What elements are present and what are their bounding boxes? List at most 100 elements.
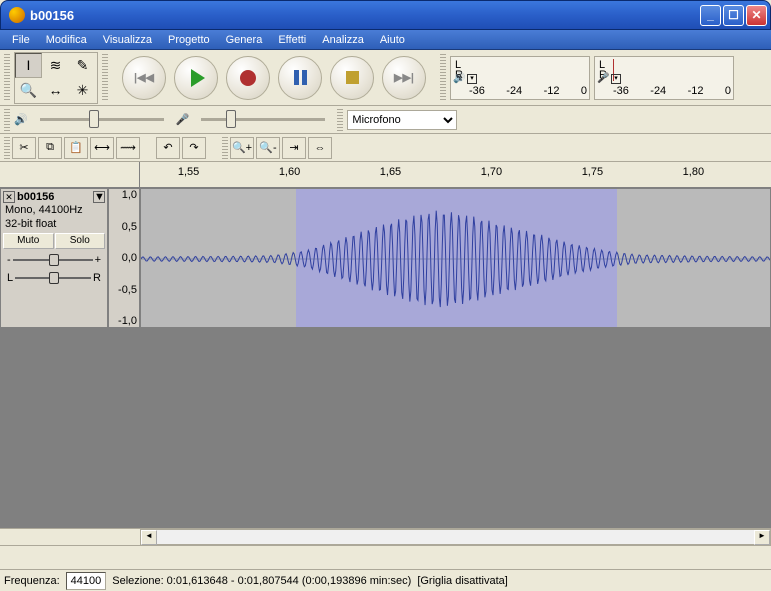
zoom-in-button[interactable]: 🔍+ (230, 137, 254, 159)
titlebar: b00156 _ ☐ ✕ (0, 0, 771, 30)
toolbar-grabber[interactable] (337, 109, 343, 131)
selection-tool[interactable]: I (15, 53, 42, 78)
vscale-label: 0,5 (122, 221, 137, 233)
pan-slider[interactable]: L R (3, 269, 105, 287)
vscale-label: 1,0 (122, 189, 137, 201)
draw-tool[interactable]: ✎ (69, 53, 96, 78)
track-vertical-scale: 1,0 0,5 0,0 -0,5 -1,0 (108, 188, 140, 328)
main-toolbar-row: I ≋ ✎ 🔍 ↔ ✳ |◀◀ ▶▶| LR 🔊 ▾ -36 -24 (0, 50, 771, 105)
fit-selection-button[interactable]: ⇥ (282, 137, 306, 159)
toolbar-area: I ≋ ✎ 🔍 ↔ ✳ |◀◀ ▶▶| LR 🔊 ▾ -36 -24 (0, 50, 771, 162)
ruler-tick: 1,55 (178, 166, 199, 178)
track-close-button[interactable]: ✕ (3, 191, 15, 203)
ruler-tick: 1,65 (380, 166, 401, 178)
menu-effects[interactable]: Effetti (270, 32, 314, 48)
redo-button[interactable]: ↷ (182, 137, 206, 159)
trim-button[interactable]: ⟷ (90, 137, 114, 159)
ruler-tick: 1,70 (481, 166, 502, 178)
meter-tick: -36 (613, 85, 629, 97)
frequency-label: Frequenza: (4, 575, 60, 587)
track-name[interactable]: b00156 (15, 191, 93, 203)
input-device-select: Microfono (347, 110, 457, 130)
meter-left-label: L (455, 59, 463, 69)
menu-edit[interactable]: Modifica (38, 32, 95, 48)
record-button[interactable] (226, 56, 270, 100)
playback-volume-slider[interactable] (32, 110, 172, 130)
cut-button[interactable]: ✂ (12, 137, 36, 159)
maximize-button[interactable]: ☐ (723, 5, 744, 26)
close-button[interactable]: ✕ (746, 5, 767, 26)
playback-meter[interactable]: LR 🔊 ▾ -36 -24 -12 0 (450, 56, 590, 100)
menu-generate[interactable]: Genera (218, 32, 271, 48)
paste-button[interactable]: 📋 (64, 137, 88, 159)
menu-analyze[interactable]: Analizza (314, 32, 372, 48)
mixer-toolbar-row: 🔊 🎤 Microfono (0, 105, 771, 133)
track-control-panel: ✕ b00156 ▼ Mono, 44100Hz 32-bit float Mu… (0, 188, 108, 328)
record-volume-slider[interactable] (193, 110, 333, 130)
microphone-icon: 🎤 (176, 113, 190, 126)
pan-right-label: R (93, 272, 101, 284)
toolbar-grabber[interactable] (102, 54, 108, 102)
microphone-icon: 🎤 (597, 73, 609, 84)
menu-project[interactable]: Progetto (160, 32, 218, 48)
minimize-button[interactable]: _ (700, 5, 721, 26)
menu-file[interactable]: File (4, 32, 38, 48)
toolbar-grabber[interactable] (4, 54, 10, 102)
toolbar-grabber[interactable] (4, 109, 10, 131)
ruler-ticks: 1,55 1,60 1,65 1,70 1,75 1,80 1,85 (140, 162, 771, 187)
scrollbar-track[interactable]: ◄ ► (140, 529, 771, 545)
meter-dropdown[interactable]: ▾ (467, 74, 477, 84)
waveform-svg (141, 189, 770, 329)
menu-view[interactable]: Visualizza (95, 32, 160, 48)
toolbar-grabber[interactable] (4, 137, 10, 159)
menubar: File Modifica Visualizza Progetto Genera… (0, 30, 771, 50)
window-title: b00156 (30, 8, 700, 23)
toolbar-grabber[interactable] (440, 54, 446, 102)
gain-plus-label: + (95, 254, 101, 266)
speaker-icon: 🔊 (453, 73, 465, 84)
ruler-tick: 1,60 (279, 166, 300, 178)
skip-end-button[interactable]: ▶▶| (382, 56, 426, 100)
zoom-tool[interactable]: 🔍 (15, 78, 42, 103)
pause-button[interactable] (278, 56, 322, 100)
device-dropdown[interactable]: Microfono (347, 110, 457, 130)
tracks-area: ✕ b00156 ▼ Mono, 44100Hz 32-bit float Mu… (0, 188, 771, 528)
meter-tick: 0 (581, 85, 587, 97)
play-button[interactable] (174, 56, 218, 100)
record-meter[interactable]: LR 🎤 ▾ -36 -24 -12 0 (594, 56, 734, 100)
transport-controls: |◀◀ ▶▶| (122, 56, 426, 100)
timeshift-tool[interactable]: ↔ (42, 78, 69, 103)
scroll-left-button[interactable]: ◄ (141, 530, 157, 545)
menu-help[interactable]: Aiuto (372, 32, 413, 48)
solo-button[interactable]: Solo (55, 233, 106, 249)
meter-tick: 0 (725, 85, 731, 97)
gain-minus-label: - (7, 254, 11, 266)
silence-button[interactable]: ⟿ (116, 137, 140, 159)
scroll-right-button[interactable]: ► (754, 530, 770, 545)
fit-project-button[interactable]: ⇔ (308, 137, 332, 159)
envelope-tool[interactable]: ≋ (42, 53, 69, 78)
skip-start-button[interactable]: |◀◀ (122, 56, 166, 100)
audio-track: ✕ b00156 ▼ Mono, 44100Hz 32-bit float Mu… (0, 188, 771, 328)
copy-button[interactable]: ⧉ (38, 137, 62, 159)
app-icon (9, 7, 25, 23)
meter-dropdown[interactable]: ▾ (611, 74, 621, 84)
speaker-icon: 🔊 (14, 113, 28, 126)
meter-tick: -24 (650, 85, 666, 97)
frequency-value[interactable]: 44100 (66, 572, 107, 590)
tool-palette: I ≋ ✎ 🔍 ↔ ✳ (14, 52, 98, 104)
statusbar: Frequenza: 44100 Selezione: 0:01,613648 … (0, 569, 771, 591)
mute-button[interactable]: Muto (3, 233, 54, 249)
gain-slider[interactable]: - + (3, 251, 105, 269)
track-menu-dropdown[interactable]: ▼ (93, 191, 105, 203)
zoom-out-button[interactable]: 🔍- (256, 137, 280, 159)
multi-tool[interactable]: ✳ (69, 78, 96, 103)
timeline-ruler[interactable]: 1,55 1,60 1,65 1,70 1,75 1,80 1,85 (0, 162, 771, 188)
scrollbar-spacer (0, 529, 140, 545)
stop-button[interactable] (330, 56, 374, 100)
grid-status: [Griglia disattivata] (417, 575, 507, 587)
waveform-display[interactable] (140, 188, 771, 328)
undo-button[interactable]: ↶ (156, 137, 180, 159)
window-controls: _ ☐ ✕ (700, 5, 767, 26)
toolbar-grabber[interactable] (222, 137, 228, 159)
